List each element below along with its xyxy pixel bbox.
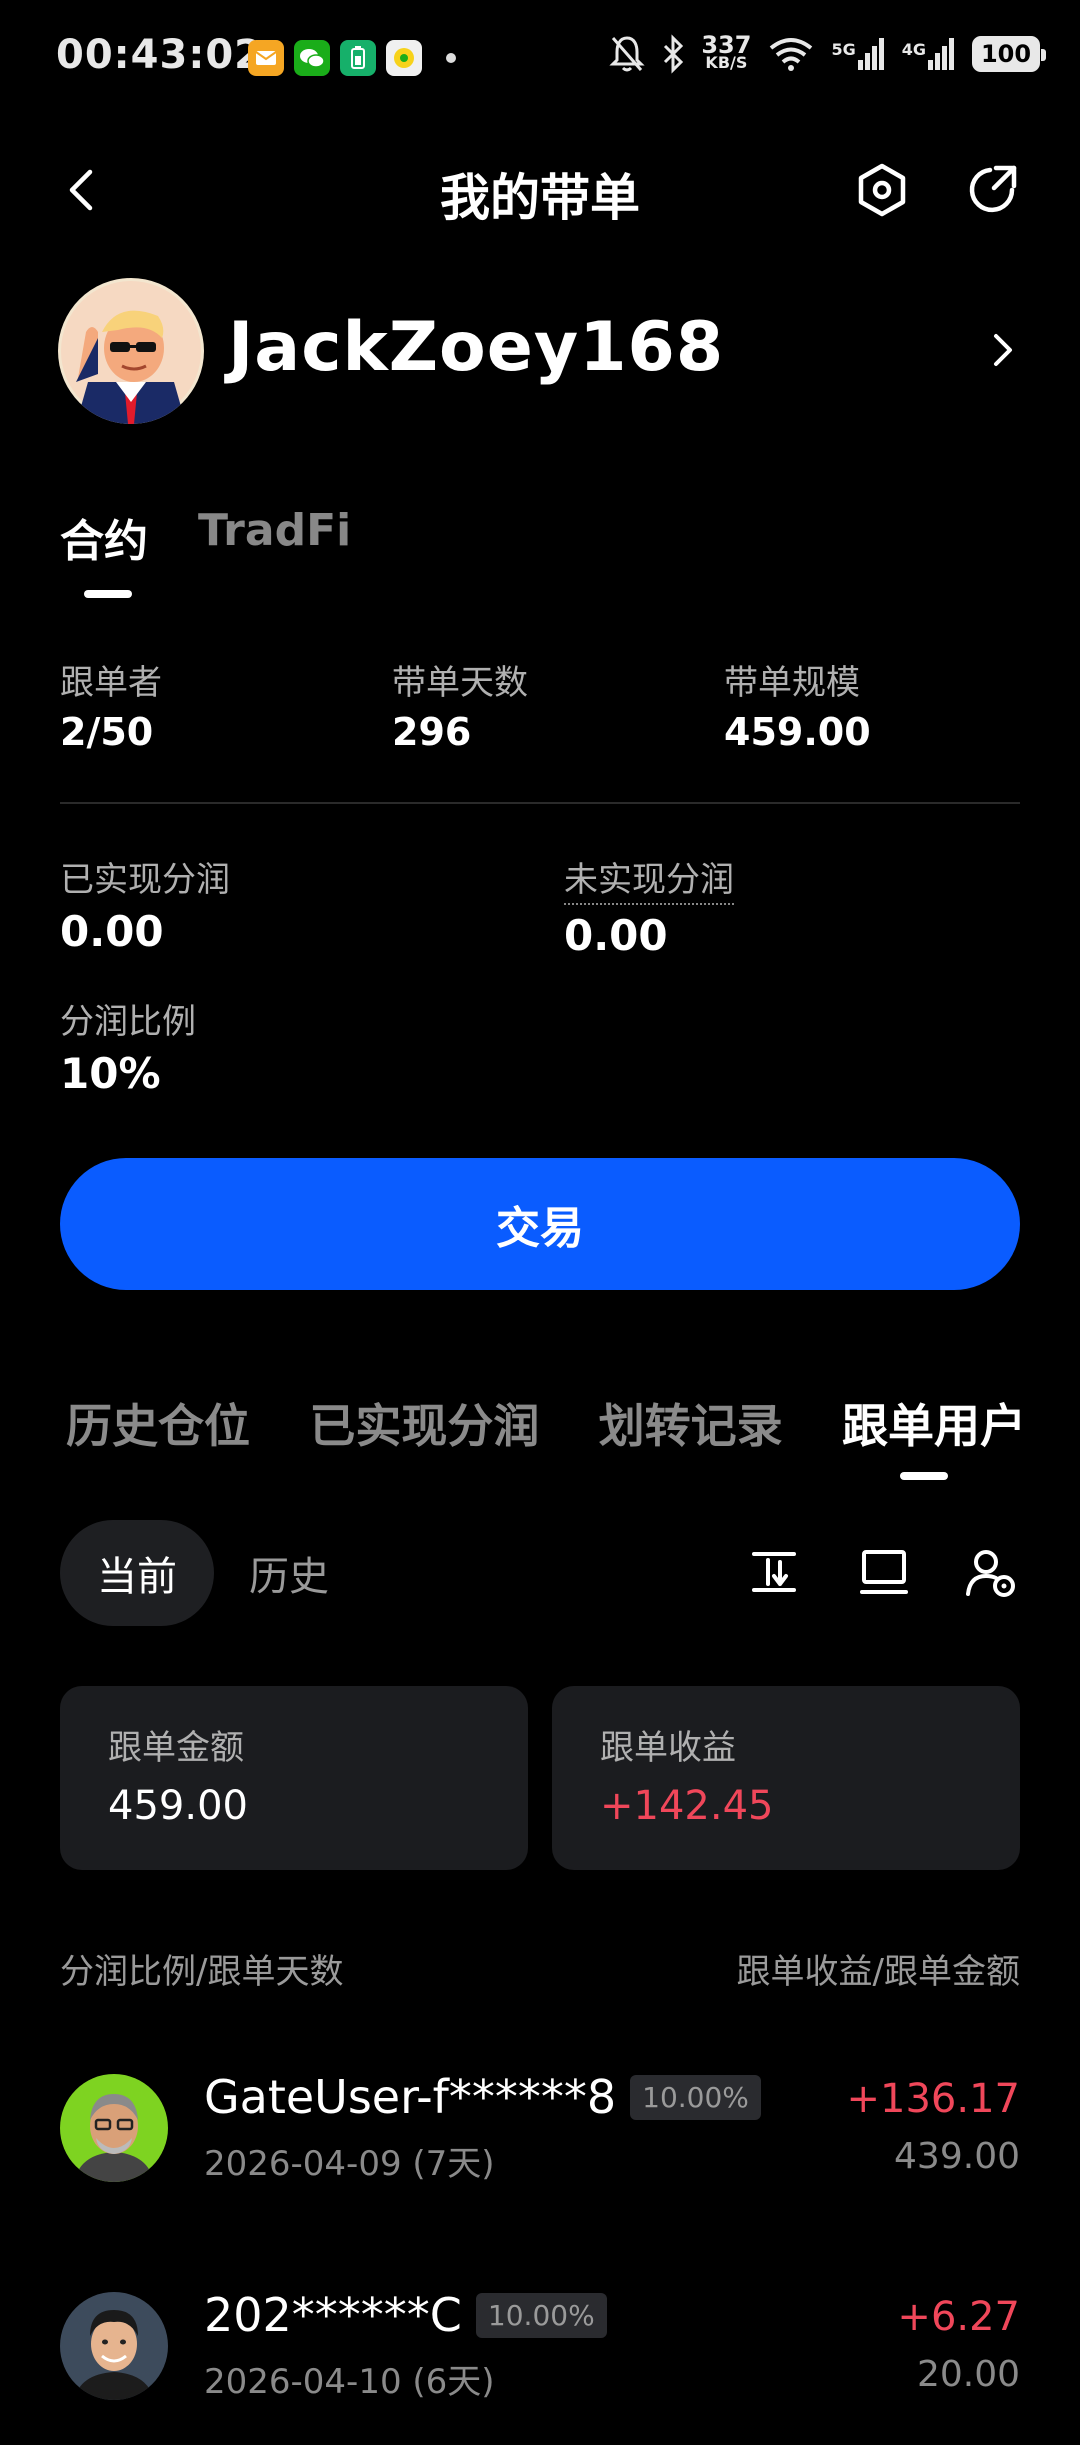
card-label: 跟单收益 xyxy=(600,1728,736,1768)
wechat-icon xyxy=(294,40,330,76)
follower-name: 202******C 10.00% xyxy=(204,2288,607,2342)
days-stat: 带单天数 296 xyxy=(392,655,528,754)
card-value: 459.00 xyxy=(108,1783,248,1829)
ratio-badge: 10.00% xyxy=(475,2292,607,2338)
divider xyxy=(60,802,1020,804)
mute-bell-icon xyxy=(609,36,645,72)
stat-value: 10% xyxy=(60,1049,161,1098)
list-header-left: 分润比例/跟单天数 xyxy=(60,1952,344,1992)
stat-value: 2/50 xyxy=(60,710,154,754)
battery-app-icon xyxy=(340,40,376,76)
wifi-icon xyxy=(770,38,813,71)
follow-profit-card: 跟单收益 +142.45 xyxy=(552,1686,1020,1870)
stat-label: 分润比例 xyxy=(60,1002,196,1042)
stats-row: 跟单者 2/50 带单天数 296 带单规模 459.00 xyxy=(60,655,1020,755)
follower-name: GateUser-f******8 10.00% xyxy=(204,2070,761,2124)
follow-amount: 439.00 xyxy=(894,2136,1020,2177)
notification-icons xyxy=(248,40,456,76)
follow-date: 2026-04-10 (6天) xyxy=(204,2362,495,2402)
chevron-right-icon[interactable] xyxy=(978,322,1028,378)
active-subtab-indicator xyxy=(900,1472,948,1480)
network-speed: 337 KB/S xyxy=(701,31,752,72)
follow-amount: 20.00 xyxy=(916,2354,1020,2395)
system-icons: 337 KB/S 5G 4G 100 xyxy=(609,31,1046,74)
stat-label: 已实现分润 xyxy=(60,860,230,900)
signal-bars-icon xyxy=(857,38,884,70)
segment-control: 当前 历史 xyxy=(60,1520,1020,1626)
share-ratio: 分润比例 10% xyxy=(60,994,196,1098)
bluetooth-icon xyxy=(664,34,684,74)
tab-realized-share[interactable]: 已实现分润 xyxy=(309,1390,539,1456)
signal-4g: 4G xyxy=(902,38,956,70)
share-icon[interactable] xyxy=(962,160,1022,220)
tab-transfer-records[interactable]: 划转记录 xyxy=(599,1390,783,1456)
stat-label[interactable]: 未实现分润 xyxy=(564,852,734,905)
follow-profit: +6.27 xyxy=(897,2294,1020,2340)
sort-icon[interactable] xyxy=(744,1542,804,1602)
page-title: 我的带单 xyxy=(440,169,640,227)
scale-stat: 带单规模 459.00 xyxy=(724,655,871,754)
battery-indicator: 100 xyxy=(972,36,1046,72)
realized-share: 已实现分润 0.00 xyxy=(60,852,230,956)
signal-bars-icon xyxy=(928,38,954,70)
unrealized-share[interactable]: 未实现分润 0.00 xyxy=(564,852,734,960)
list-header: 分润比例/跟单天数 跟单收益/跟单金额 xyxy=(60,1944,1020,1993)
follow-profit: +136.17 xyxy=(846,2076,1020,2122)
ratio-badge: 10.00% xyxy=(630,2074,761,2120)
net-speed-unit: KB/S xyxy=(705,53,748,72)
user-settings-icon[interactable] xyxy=(960,1542,1020,1602)
avatar xyxy=(60,2292,168,2400)
card-value: +142.45 xyxy=(600,1783,774,1829)
settings-hexagon-icon[interactable] xyxy=(852,160,912,220)
net-speed-value: 337 xyxy=(701,31,752,59)
list-item[interactable]: 202******C 10.00% 2026-04-10 (6天) +6.27 … xyxy=(60,2288,1020,2408)
clock: 00:43:02 xyxy=(56,32,263,78)
stat-value: 0.00 xyxy=(564,911,668,960)
music-app-icon xyxy=(386,40,422,76)
active-tab-indicator xyxy=(84,590,132,598)
app-header: 我的带单 xyxy=(0,140,1080,240)
card-label: 跟单金额 xyxy=(108,1728,244,1768)
list-item[interactable]: GateUser-f******8 10.00% 2026-04-09 (7天)… xyxy=(60,2070,1020,2190)
mail-app-icon xyxy=(248,40,284,76)
display-icon[interactable] xyxy=(854,1542,914,1602)
main-tabs: 合约 TradFi xyxy=(60,505,351,569)
stat-label: 带单规模 xyxy=(724,663,860,703)
stat-label: 带单天数 xyxy=(392,663,528,703)
avatar xyxy=(58,278,204,424)
stat-label: 跟单者 xyxy=(60,663,162,703)
status-bar: 00:43:02 337 KB/S 5G 4G 100 xyxy=(0,0,1080,120)
profile-row[interactable]: JackZoey168 xyxy=(58,278,1038,428)
avatar xyxy=(60,2074,168,2182)
tab-contract[interactable]: 合约 xyxy=(60,505,148,569)
segment-current[interactable]: 当前 xyxy=(60,1520,214,1626)
stat-value: 296 xyxy=(392,710,472,754)
follow-amount-card: 跟单金额 459.00 xyxy=(60,1686,528,1870)
follow-date: 2026-04-09 (7天) xyxy=(204,2144,495,2184)
list-header-right: 跟单收益/跟单金额 xyxy=(736,1952,1020,1992)
stat-value: 459.00 xyxy=(724,710,871,754)
signal-5g: 5G xyxy=(831,38,885,70)
sub-tabs: 历史仓位 已实现分润 划转记录 跟单用户 xyxy=(66,1390,1026,1456)
followers-stat: 跟单者 2/50 xyxy=(60,655,162,754)
username: JackZoey168 xyxy=(228,308,725,387)
tab-tradfi[interactable]: TradFi xyxy=(198,505,351,569)
stat-value: 0.00 xyxy=(60,907,164,956)
tab-followers[interactable]: 跟单用户 xyxy=(842,1390,1026,1456)
more-notifications-dot xyxy=(446,53,456,63)
trade-button[interactable]: 交易 xyxy=(60,1158,1020,1290)
tab-position-history[interactable]: 历史仓位 xyxy=(66,1390,250,1456)
segment-history[interactable]: 历史 xyxy=(214,1520,364,1626)
